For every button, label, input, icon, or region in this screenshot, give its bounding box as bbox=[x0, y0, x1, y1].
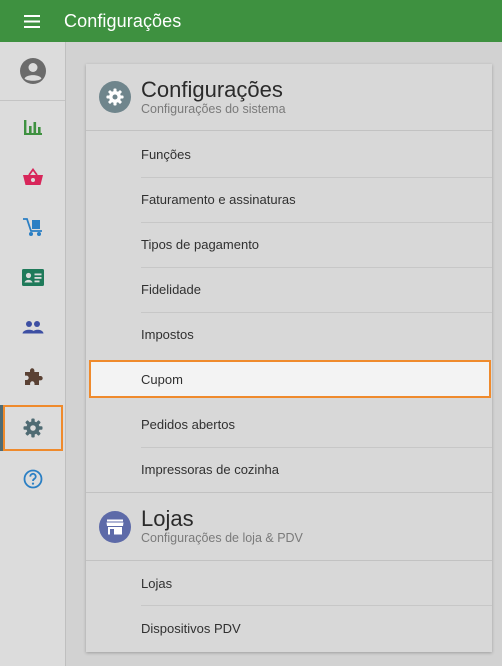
list-item-label: Lojas bbox=[141, 576, 173, 591]
hamburger-menu-icon[interactable] bbox=[0, 0, 64, 42]
navigation-rail bbox=[0, 42, 66, 666]
list-item-label: Cupom bbox=[141, 371, 183, 387]
settings-item-funcoes[interactable]: Funções bbox=[86, 132, 492, 177]
section-divider bbox=[86, 130, 492, 131]
settings-card: Configurações Configurações do sistema F… bbox=[86, 64, 492, 652]
rail-item-extensions[interactable] bbox=[0, 353, 65, 401]
rail-item-settings[interactable] bbox=[3, 405, 63, 451]
list-item-label: Impostos bbox=[141, 327, 194, 342]
settings-item-faturamento[interactable]: Faturamento e assinaturas bbox=[86, 177, 492, 222]
account-circle-icon bbox=[19, 58, 46, 84]
list-item-label: Dispositivos PDV bbox=[141, 621, 241, 636]
list-item-label: Faturamento e assinaturas bbox=[141, 192, 296, 207]
list-item-label: Pedidos abertos bbox=[141, 417, 235, 432]
page-title: Configurações bbox=[64, 10, 182, 31]
settings-section-title: Configurações bbox=[141, 77, 283, 102]
rail-item-sales[interactable] bbox=[0, 153, 65, 201]
settings-item-impostos[interactable]: Impostos bbox=[86, 312, 492, 357]
people-icon bbox=[22, 321, 43, 334]
settings-item-cupom[interactable]: Cupom bbox=[89, 360, 491, 398]
settings-item-pedidos-abertos[interactable]: Pedidos abertos bbox=[86, 402, 492, 447]
stores-item-lojas[interactable]: Lojas bbox=[86, 561, 492, 606]
list-item-label: Funções bbox=[141, 147, 191, 162]
help-circle-icon bbox=[23, 469, 42, 489]
settings-section-header: Configurações Configurações do sistema bbox=[86, 64, 492, 126]
shopping-basket-icon bbox=[22, 168, 43, 185]
gear-icon bbox=[99, 81, 131, 113]
top-app-bar: Configurações bbox=[0, 0, 502, 42]
rail-item-customers[interactable] bbox=[0, 253, 65, 301]
settings-item-tipos-pagamento[interactable]: Tipos de pagamento bbox=[86, 222, 492, 267]
hand-truck-icon bbox=[22, 218, 42, 236]
stores-section-title: Lojas bbox=[141, 506, 194, 531]
storefront-icon bbox=[99, 511, 131, 543]
list-item-label: Fidelidade bbox=[141, 282, 201, 297]
rail-divider bbox=[0, 100, 65, 101]
list-item-label: Impressoras de cozinha bbox=[141, 462, 280, 477]
rail-item-users[interactable] bbox=[0, 303, 65, 351]
rail-item-help[interactable] bbox=[0, 455, 65, 503]
stores-section-subtitle: Configurações de loja & PDV bbox=[141, 531, 303, 545]
stores-section-header: Lojas Configurações de loja & PDV bbox=[86, 493, 492, 555]
rail-item-profile[interactable] bbox=[0, 47, 65, 95]
rail-item-delivery[interactable] bbox=[0, 203, 65, 251]
stores-item-dispositivos-pdv[interactable]: Dispositivos PDV bbox=[86, 606, 492, 651]
settings-section-subtitle: Configurações do sistema bbox=[141, 102, 286, 116]
contact-card-icon bbox=[21, 268, 44, 286]
settings-item-impressoras[interactable]: Impressoras de cozinha bbox=[86, 447, 492, 492]
rail-item-reports[interactable] bbox=[0, 103, 65, 151]
settings-item-fidelidade[interactable]: Fidelidade bbox=[86, 267, 492, 312]
puzzle-piece-icon bbox=[24, 368, 43, 385]
gear-icon bbox=[23, 418, 43, 438]
bar-chart-icon bbox=[23, 120, 42, 135]
list-item-label: Tipos de pagamento bbox=[141, 237, 260, 252]
